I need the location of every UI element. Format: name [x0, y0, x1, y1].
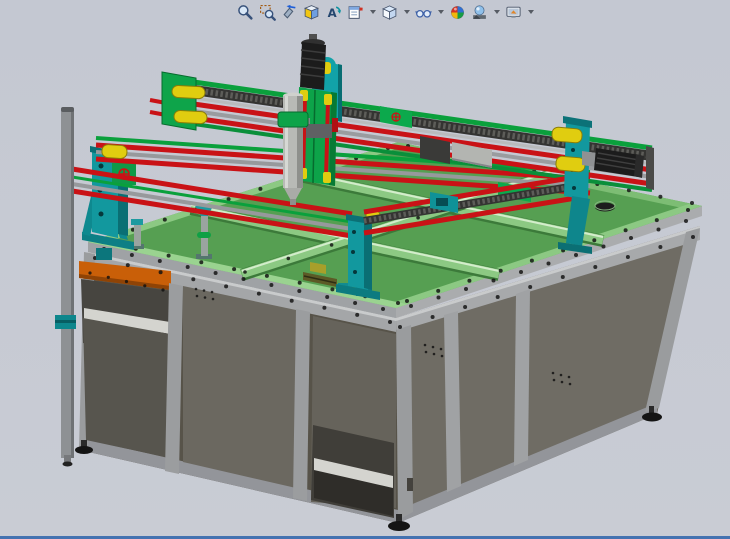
previous-view-icon	[281, 4, 298, 21]
rotate-view-button[interactable]: A	[324, 2, 343, 22]
svg-text:A: A	[328, 5, 337, 19]
edit-appearance-icon	[449, 4, 466, 21]
view-settings-dropdown-arrow[interactable]	[526, 2, 535, 22]
3d-viewport[interactable]	[0, 0, 730, 539]
view-settings-button[interactable]	[504, 2, 523, 22]
zoom-to-area-icon	[259, 4, 276, 21]
view-orientation-dropdown-arrow[interactable]	[368, 2, 377, 22]
zoom-to-fit-icon	[237, 4, 254, 21]
hide-show-items-icon	[415, 4, 432, 21]
previous-view-button[interactable]	[280, 2, 299, 22]
apply-scene-icon	[471, 4, 488, 21]
edit-appearance-button[interactable]	[448, 2, 467, 22]
view-orientation-button[interactable]	[346, 2, 365, 22]
apply-scene-button[interactable]	[470, 2, 489, 22]
section-view-icon	[303, 4, 320, 21]
section-view-button[interactable]	[302, 2, 321, 22]
display-style-button[interactable]	[380, 2, 399, 22]
hide-show-items-button[interactable]	[414, 2, 433, 22]
zoom-to-area-button[interactable]	[258, 2, 277, 22]
display-style-icon	[381, 4, 398, 21]
free-standing-post[interactable]	[55, 107, 76, 467]
z-axis-carriage[interactable]	[278, 34, 342, 205]
view-toolbar: A	[236, 1, 535, 23]
display-style-dropdown-arrow[interactable]	[402, 2, 411, 22]
hide-show-items-dropdown-arrow[interactable]	[436, 2, 445, 22]
view-orientation-icon	[347, 4, 364, 21]
apply-scene-dropdown-arrow[interactable]	[492, 2, 501, 22]
zoom-to-fit-button[interactable]	[236, 2, 255, 22]
application-window: A	[0, 0, 730, 539]
rotate-view-icon: A	[325, 4, 342, 21]
view-settings-icon	[505, 4, 522, 21]
z-axis-motor[interactable]	[300, 34, 326, 90]
